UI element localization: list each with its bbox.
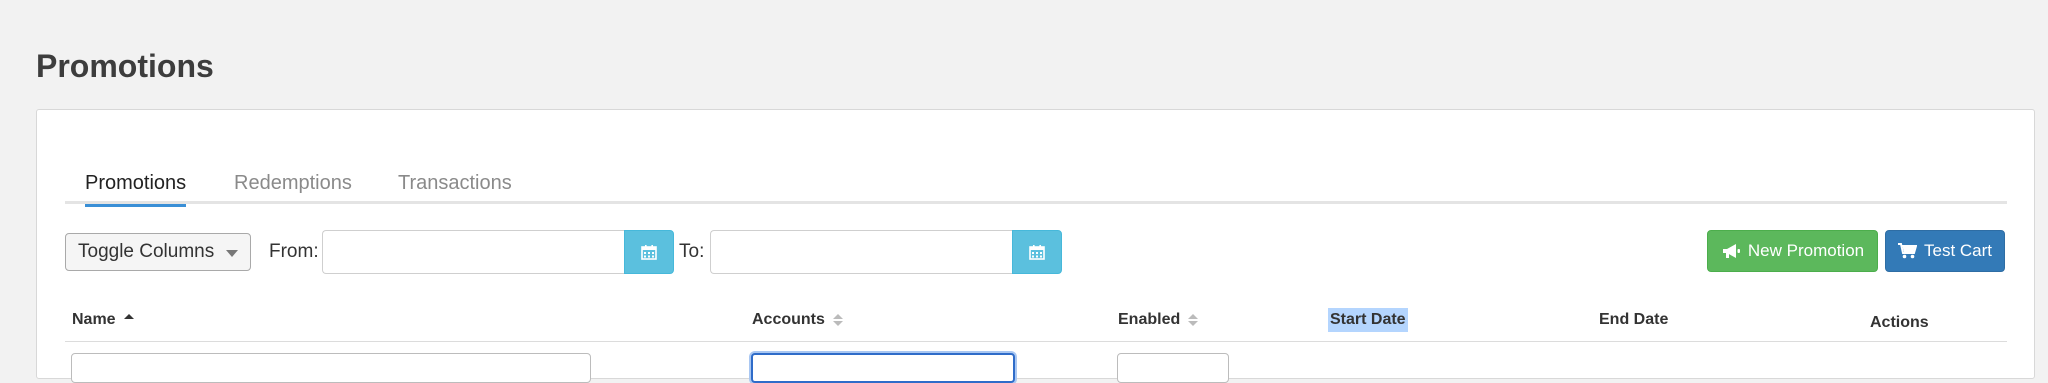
column-header-accounts[interactable]: Accounts bbox=[752, 308, 843, 332]
tab-promotions[interactable]: Promotions bbox=[85, 162, 187, 207]
to-label: To: bbox=[679, 241, 705, 262]
column-header-name[interactable]: Name bbox=[72, 308, 134, 332]
from-date-input[interactable] bbox=[322, 230, 625, 274]
shopping-cart-icon bbox=[1897, 243, 1917, 259]
test-cart-label: Test Cart bbox=[1923, 241, 1993, 260]
caret-down-icon bbox=[226, 250, 238, 257]
page-title: Promotions bbox=[36, 48, 214, 84]
tab-bar: Promotions Redemptions Transactions bbox=[65, 162, 2007, 207]
name-filter-input[interactable] bbox=[71, 353, 591, 383]
column-header-end-date[interactable]: End Date bbox=[1599, 308, 1668, 332]
tab-transactions[interactable]: Transactions bbox=[398, 162, 512, 204]
new-promotion-label: New Promotion bbox=[1747, 241, 1865, 260]
to-date-input[interactable] bbox=[710, 230, 1013, 274]
promotions-panel: Promotions Redemptions Transactions Togg… bbox=[36, 109, 2035, 383]
tab-redemptions[interactable]: Redemptions bbox=[234, 162, 352, 204]
accounts-filter-input[interactable] bbox=[751, 353, 1015, 383]
from-calendar-button[interactable] bbox=[624, 230, 674, 274]
from-label: From: bbox=[269, 241, 319, 262]
column-header-start-date[interactable]: Start Date bbox=[1328, 308, 1408, 332]
new-promotion-button[interactable]: New Promotion bbox=[1707, 230, 1878, 272]
to-calendar-button[interactable] bbox=[1012, 230, 1062, 274]
calendar-icon bbox=[641, 245, 657, 260]
toolbar: Toggle Columns From: To: New Promotion T… bbox=[65, 230, 2007, 274]
sort-icon bbox=[832, 314, 843, 326]
sort-asc-icon bbox=[123, 314, 134, 326]
column-header-actions: Actions bbox=[1870, 314, 1929, 331]
bullhorn-icon bbox=[1722, 244, 1740, 258]
toggle-columns-dropdown[interactable]: Toggle Columns bbox=[65, 233, 251, 271]
toggle-columns-label: Toggle Columns bbox=[78, 241, 215, 262]
sort-icon bbox=[1188, 314, 1199, 326]
table-header: Name Accounts Enabled Start Date End Dat… bbox=[65, 302, 2007, 342]
enabled-filter-select[interactable] bbox=[1117, 353, 1229, 383]
column-header-enabled[interactable]: Enabled bbox=[1118, 308, 1199, 332]
test-cart-button[interactable]: Test Cart bbox=[1885, 230, 2005, 272]
calendar-icon bbox=[1029, 245, 1045, 260]
